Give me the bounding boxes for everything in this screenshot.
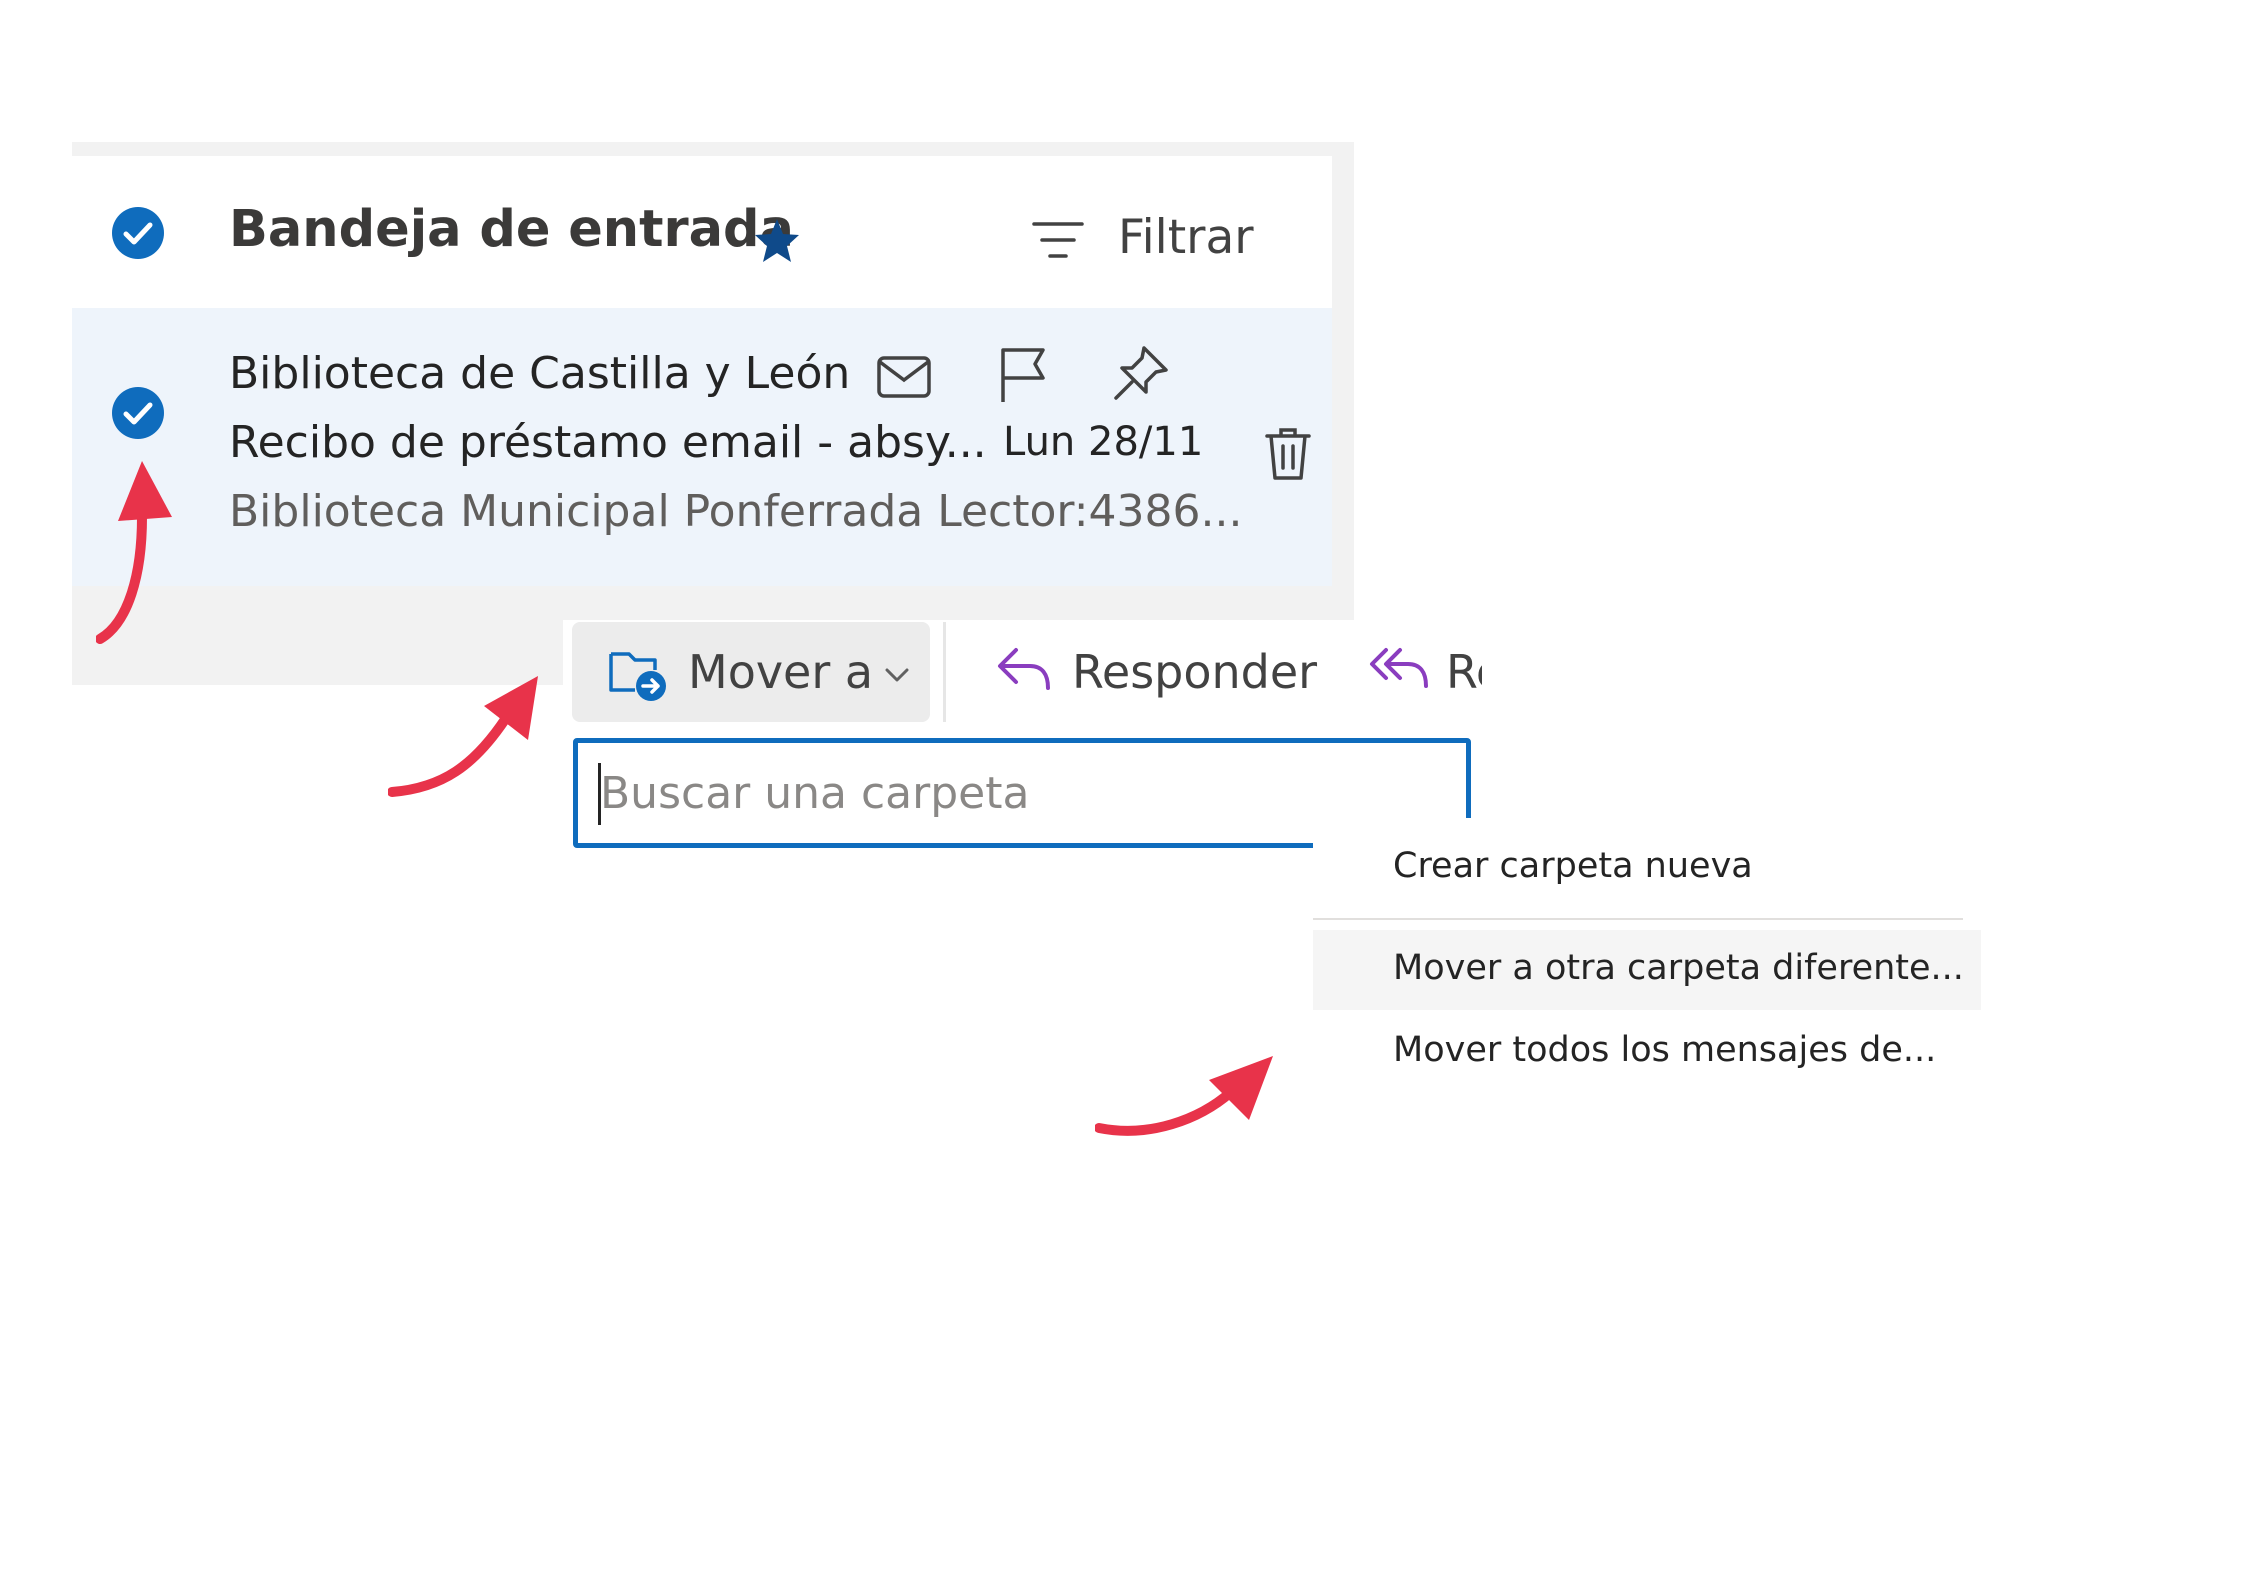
annotation-arrow-move-to (388, 676, 538, 797)
menu-divider (1313, 918, 1963, 920)
delete-trash-icon[interactable] (1257, 422, 1319, 484)
menu-item-create-folder[interactable]: Crear carpeta nueva (1313, 828, 1981, 908)
move-to-label: Mover a (688, 645, 874, 699)
filter-icon[interactable] (1030, 218, 1086, 264)
chevron-down-icon[interactable] (880, 658, 914, 692)
menu-item-label: Crear carpeta nueva (1393, 846, 1753, 886)
folder-search-input[interactable] (600, 765, 1420, 821)
message-sender: Biblioteca de Castilla y León (229, 348, 851, 399)
menu-item-move-other-folder[interactable]: Mover a otra carpeta diferente... (1313, 930, 1981, 1010)
favorite-star-icon[interactable] (752, 216, 802, 266)
inbox-title: Bandeja de entrada (229, 200, 794, 259)
message-subject: Recibo de préstamo email - absy... (229, 417, 987, 468)
menu-item-move-all-messages[interactable]: Mover todos los mensajes de... (1313, 1012, 1981, 1092)
flag-icon[interactable] (993, 344, 1055, 406)
text-caret (598, 763, 601, 825)
ribbon-divider (943, 622, 946, 722)
move-folder-icon (605, 640, 671, 706)
mark-unread-mail-icon[interactable] (873, 346, 935, 408)
message-check-icon[interactable] (112, 387, 164, 439)
annotation-arrow-up (96, 461, 172, 644)
reply-icon[interactable] (992, 642, 1056, 698)
menu-item-label: Mover a otra carpeta diferente... (1393, 948, 1964, 988)
menu-item-label: Mover todos los mensajes de... (1393, 1030, 1937, 1070)
move-options-menu: Crear carpeta nueva Mover a otra carpeta… (1313, 818, 1988, 1090)
reply-all-icon[interactable] (1368, 642, 1432, 698)
filter-button[interactable]: Filtrar (1118, 210, 1254, 265)
select-all-check-icon[interactable] (112, 207, 164, 259)
annotation-arrow-menu (1095, 1056, 1273, 1136)
reply-all-label: Re (1446, 645, 1482, 699)
reply-all-button[interactable]: Re (1446, 645, 1482, 705)
message-preview: Biblioteca Municipal Ponferrada Lector:4… (229, 486, 1243, 537)
reply-button[interactable]: Responder (1072, 645, 1317, 699)
pin-icon[interactable] (1110, 342, 1172, 404)
message-date: Lun 28/11 (1003, 419, 1204, 465)
